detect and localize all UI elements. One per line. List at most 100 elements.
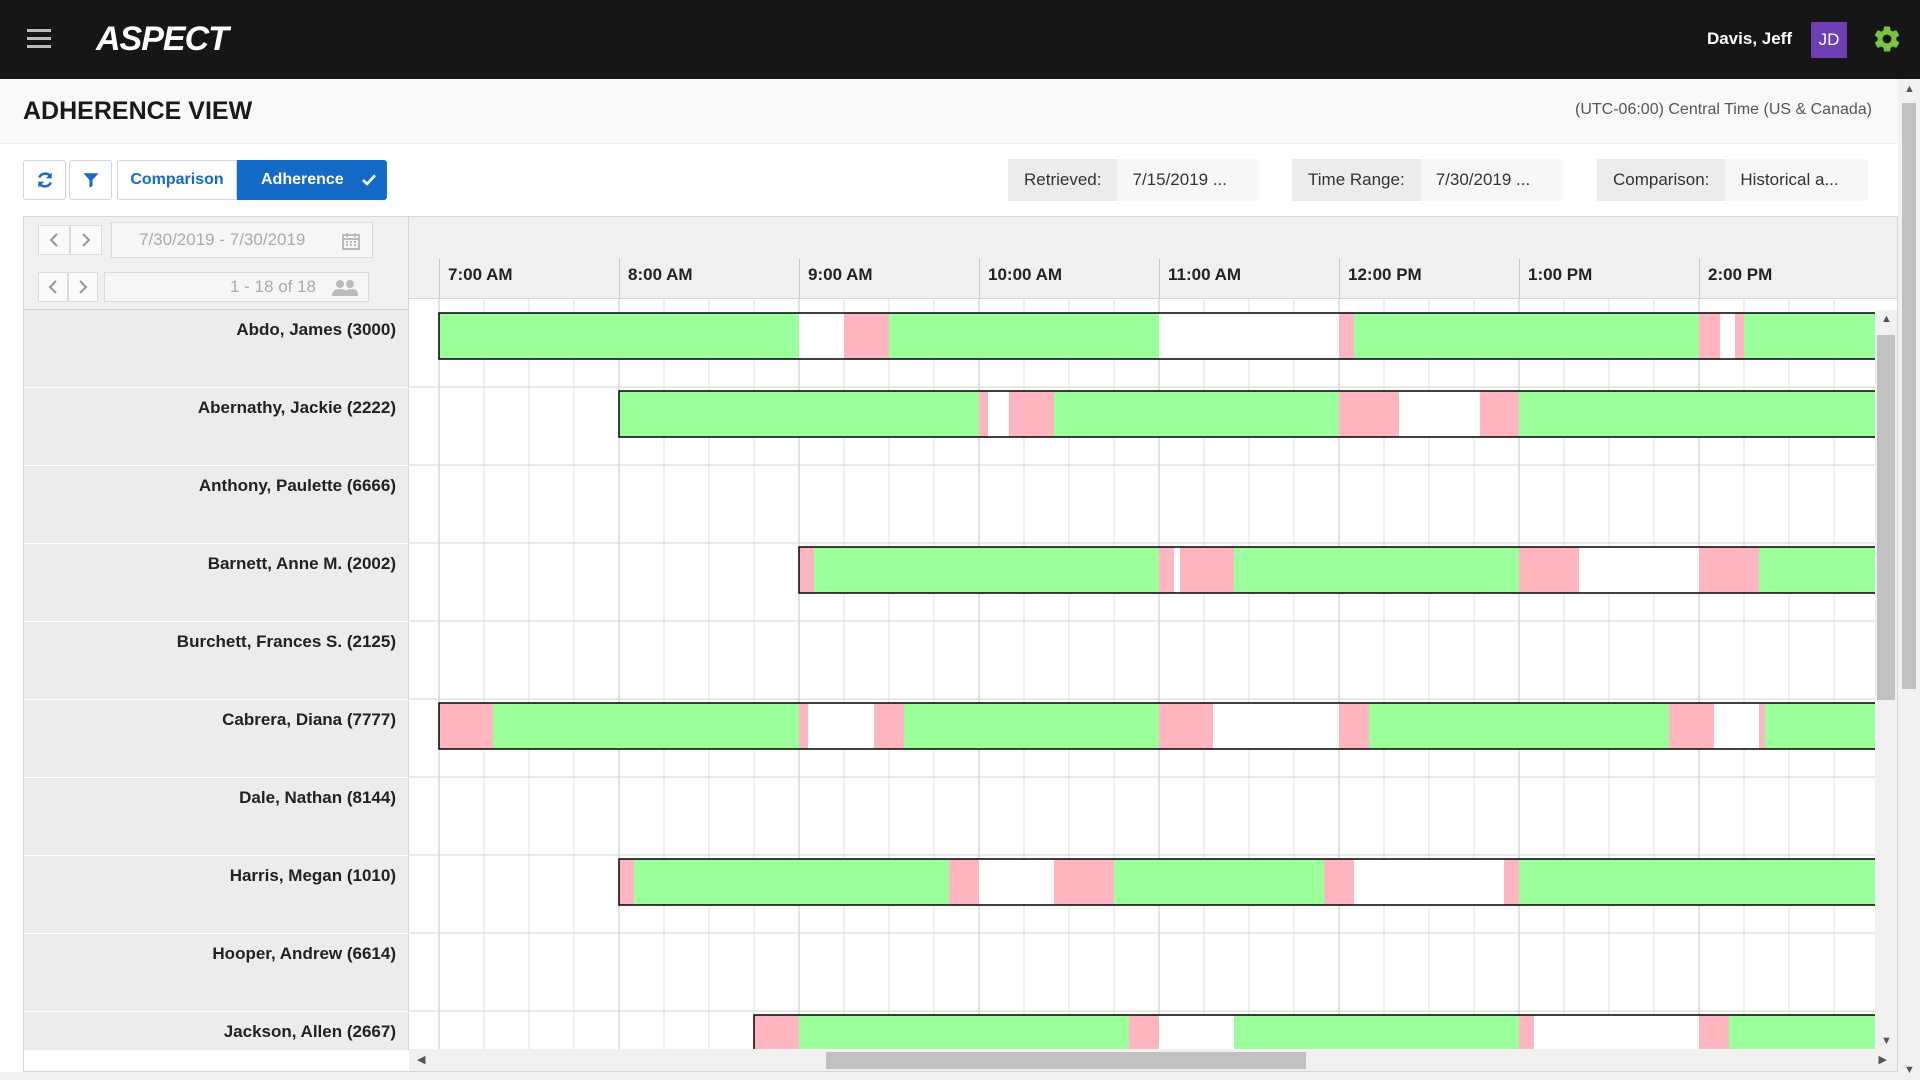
toolbar: Comparison Adherence Retrieved: 7/15/201… xyxy=(0,144,1898,216)
adherence-toggle-label: Adherence xyxy=(261,171,344,188)
adherent-segment xyxy=(1114,859,1324,905)
adherent-segment xyxy=(889,313,1159,359)
out-of-adherence-segment xyxy=(1519,1015,1534,1050)
retrieved-value: 7/15/2019 ... xyxy=(1117,159,1260,201)
out-of-adherence-segment xyxy=(1480,391,1519,437)
out-of-adherence-segment xyxy=(439,703,493,749)
date-next-button[interactable] xyxy=(70,225,102,255)
page-next-button[interactable] xyxy=(68,272,98,302)
out-of-adherence-segment xyxy=(844,313,889,359)
agent-name-cell[interactable]: Hooper, Andrew (6614) xyxy=(24,934,409,1012)
out-of-adherence-segment xyxy=(1759,703,1765,749)
adherent-segment xyxy=(1519,859,1879,905)
comparison-info[interactable]: Comparison: Historical a... xyxy=(1597,159,1869,201)
chevron-right-icon xyxy=(82,233,91,247)
out-of-adherence-segment xyxy=(874,703,904,749)
date-range-field[interactable]: 7/30/2019 - 7/30/2019 xyxy=(111,222,373,258)
time-divider xyxy=(619,259,620,298)
agent-name-cell[interactable]: Anthony, Paulette (6666) xyxy=(24,466,409,544)
agent-name-cell[interactable]: Dale, Nathan (8144) xyxy=(24,778,409,856)
chevron-left-icon xyxy=(48,280,57,294)
grid-vertical-scrollbar[interactable]: ▲ ▼ xyxy=(1875,310,1897,1050)
users-icon[interactable] xyxy=(332,279,358,297)
time-label: 12:00 PM xyxy=(1348,265,1422,284)
agent-name-cell[interactable]: Cabrera, Diana (7777) xyxy=(24,700,409,778)
comparison-info-label: Comparison: xyxy=(1597,159,1726,201)
top-bar: ASPECT Davis, Jeff JD xyxy=(0,0,1920,79)
checkmark-icon xyxy=(362,174,376,186)
adherent-segment xyxy=(493,703,799,749)
grid-horizontal-scrollbar[interactable]: ◀ ▶ xyxy=(409,1049,1897,1071)
time-label: 11:00 AM xyxy=(1168,265,1242,284)
adherent-segment xyxy=(814,547,1159,593)
adherent-segment xyxy=(619,391,979,437)
filter-button[interactable] xyxy=(69,160,112,200)
out-of-adherence-segment xyxy=(1129,1015,1159,1050)
grid-vertical-scroll-thumb[interactable] xyxy=(1877,335,1895,700)
page-bottom-scroll-area xyxy=(0,1072,1898,1080)
adherent-segment xyxy=(1234,547,1519,593)
retrieved-info: Retrieved: 7/15/2019 ... xyxy=(1008,159,1260,201)
aspect-logo: ASPECT xyxy=(96,19,229,58)
time-label: 2:00 PM xyxy=(1708,265,1773,284)
out-of-adherence-segment xyxy=(949,859,979,905)
gantt-chart xyxy=(409,299,1897,1050)
filter-icon xyxy=(83,173,98,188)
time-range-info[interactable]: Time Range: 7/30/2019 ... xyxy=(1292,159,1563,201)
adherent-segment xyxy=(1519,391,1879,437)
refresh-icon xyxy=(37,172,52,188)
agent-name-cell[interactable]: Burchett, Frances S. (2125) xyxy=(24,622,409,700)
time-header: 7:00 AM 8:00 AM 9:00 AM 10:00 AM 11:00 AM 12:… xyxy=(409,217,1897,299)
page-title: ADHERENCE VIEW xyxy=(23,97,253,125)
adherent-segment xyxy=(1729,1015,1879,1050)
out-of-adherence-segment xyxy=(1180,547,1234,593)
comparison-toggle[interactable]: Comparison xyxy=(117,160,237,200)
out-of-adherence-segment xyxy=(1009,391,1054,437)
avatar[interactable]: JD xyxy=(1811,22,1847,58)
comparison-info-value: Historical a... xyxy=(1725,159,1869,201)
out-of-adherence-segment xyxy=(1504,859,1519,905)
refresh-button[interactable] xyxy=(23,160,66,200)
out-of-adherence-segment xyxy=(619,859,634,905)
adherence-grid: 7/30/2019 - 7/30/2019 1 - 18 of 18 7:00 … xyxy=(23,216,1898,1072)
adherent-segment xyxy=(439,313,799,359)
out-of-adherence-segment xyxy=(1669,703,1714,749)
time-divider xyxy=(1339,259,1340,298)
user-name[interactable]: Davis, Jeff xyxy=(1707,29,1792,49)
agent-name-cell[interactable]: Abdo, James (3000) xyxy=(24,310,409,388)
gear-icon[interactable] xyxy=(1872,24,1902,54)
time-label: 7:00 AM xyxy=(448,265,513,284)
time-label: 9:00 AM xyxy=(808,265,873,284)
agent-name-cell[interactable]: Jackson, Allen (2667) xyxy=(24,1012,409,1050)
page-header: ADHERENCE VIEW (UTC-06:00) Central Time … xyxy=(0,79,1898,144)
grid-horizontal-scroll-thumb[interactable] xyxy=(826,1052,1306,1069)
out-of-adherence-segment xyxy=(1519,547,1579,593)
out-of-adherence-segment xyxy=(1699,313,1720,359)
out-of-adherence-segment xyxy=(754,1015,799,1050)
time-divider xyxy=(1159,259,1160,298)
agent-name-cell[interactable]: Harris, Megan (1010) xyxy=(24,856,409,934)
adherent-segment xyxy=(1234,1015,1519,1050)
page-prev-button[interactable] xyxy=(38,272,68,302)
agent-name-cell[interactable]: Abernathy, Jackie (2222) xyxy=(24,388,409,466)
date-prev-button[interactable] xyxy=(38,225,70,255)
adherent-segment xyxy=(904,703,1159,749)
time-divider xyxy=(799,259,800,298)
time-range-label: Time Range: xyxy=(1292,159,1421,201)
out-of-adherence-segment xyxy=(1159,703,1213,749)
date-range-value: 7/30/2019 - 7/30/2019 xyxy=(139,230,306,249)
gantt-area xyxy=(409,299,1897,1050)
out-of-adherence-segment xyxy=(1339,391,1399,437)
adherence-toggle[interactable]: Adherence xyxy=(237,160,387,200)
menu-icon[interactable] xyxy=(27,29,51,49)
adherent-segment xyxy=(1759,547,1879,593)
out-of-adherence-segment xyxy=(1159,547,1174,593)
agent-name-cell[interactable]: Barnett, Anne M. (2002) xyxy=(24,544,409,622)
page-vertical-scrollbar[interactable]: ▲ ▼ xyxy=(1898,79,1920,1080)
chevron-right-icon xyxy=(79,280,88,294)
out-of-adherence-segment xyxy=(1699,1015,1729,1050)
calendar-icon[interactable] xyxy=(342,232,360,250)
chevron-left-icon xyxy=(49,233,58,247)
time-divider xyxy=(1699,259,1700,298)
page-vertical-scroll-thumb[interactable] xyxy=(1902,103,1916,689)
